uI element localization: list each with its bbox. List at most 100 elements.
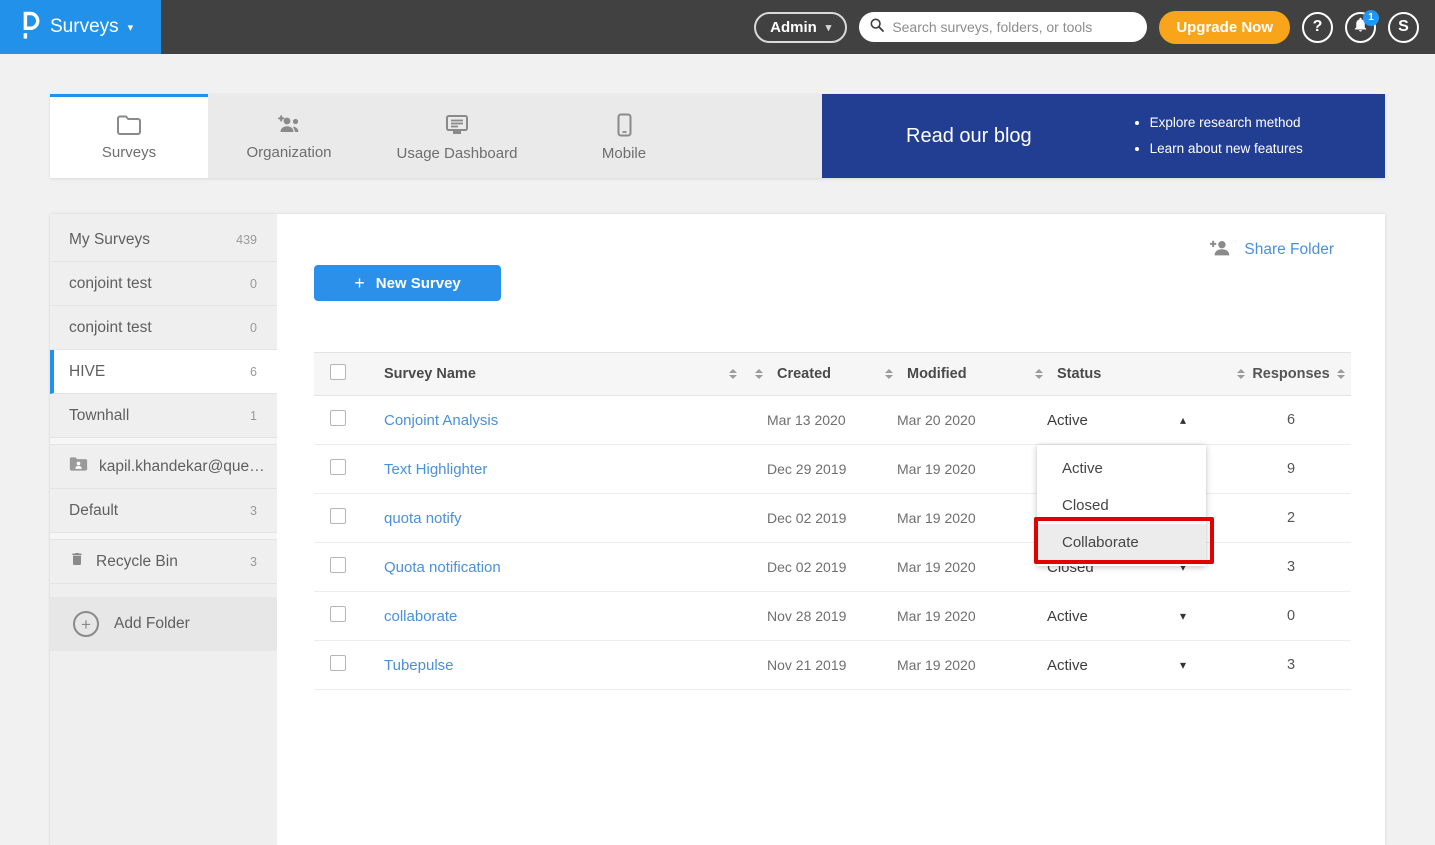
- modified-date: Mar 19 2020: [881, 461, 1031, 477]
- blog-promo-banner[interactable]: Read our blog Explore research method Le…: [822, 94, 1385, 178]
- chevron-down-icon: ▾: [1180, 609, 1186, 623]
- modified-date: Mar 19 2020: [881, 510, 1031, 526]
- responses-count: 9: [1231, 461, 1351, 477]
- tab-surveys[interactable]: Surveys: [50, 94, 208, 178]
- sort-icon[interactable]: [1035, 369, 1043, 379]
- status-dropdown-menu: Active Closed Collaborate: [1037, 445, 1206, 566]
- status-option-collaborate[interactable]: Collaborate: [1037, 524, 1206, 561]
- folder-label: kapil.khandekar@que…: [99, 458, 265, 476]
- survey-name-link[interactable]: Conjoint Analysis: [384, 412, 498, 429]
- responses-count: 3: [1231, 559, 1351, 575]
- admin-menu[interactable]: Admin ▾: [754, 12, 847, 43]
- column-header-survey-name[interactable]: Survey Name: [384, 366, 476, 382]
- upgrade-now-button[interactable]: Upgrade Now: [1159, 11, 1290, 44]
- status-dropdown-trigger[interactable]: Active ▴: [1031, 412, 1231, 429]
- add-people-icon: [275, 114, 303, 136]
- status-option-closed[interactable]: Closed: [1037, 487, 1206, 524]
- sort-icon[interactable]: [755, 369, 763, 379]
- sort-icon[interactable]: [1337, 369, 1345, 379]
- sidebar-item-default[interactable]: Default 3: [50, 489, 277, 533]
- folder-count: 3: [250, 504, 257, 518]
- status-value: Active: [1047, 412, 1088, 429]
- table-row: Tubepulse Nov 21 2019 Mar 19 2020 Active…: [314, 641, 1351, 690]
- sort-icon[interactable]: [1237, 369, 1245, 379]
- sidebar-item-conjoint-test-2[interactable]: conjoint test 0: [50, 306, 277, 350]
- survey-name-link[interactable]: collaborate: [384, 608, 457, 625]
- search-input[interactable]: [892, 19, 1141, 35]
- help-button[interactable]: ?: [1302, 12, 1333, 43]
- tab-usage-dashboard[interactable]: Usage Dashboard: [370, 94, 544, 178]
- dashboard-icon: [444, 114, 470, 137]
- responses-count: 3: [1231, 657, 1351, 673]
- responses-count: 2: [1231, 510, 1351, 526]
- created-date: Mar 13 2020: [751, 412, 881, 428]
- modified-date: Mar 19 2020: [881, 657, 1031, 673]
- shared-folder-icon: [69, 456, 88, 477]
- plus-circle-icon: +: [73, 611, 99, 637]
- sidebar-item-shared-account[interactable]: kapil.khandekar@que…: [50, 445, 277, 489]
- folder-label: HIVE: [69, 363, 105, 381]
- modified-date: Mar 19 2020: [881, 559, 1031, 575]
- sidebar-item-conjoint-test-1[interactable]: conjoint test 0: [50, 262, 277, 306]
- global-search[interactable]: [859, 12, 1147, 42]
- modified-date: Mar 19 2020: [881, 608, 1031, 624]
- folder-label: My Surveys: [69, 231, 150, 249]
- sidebar-divider: [50, 438, 277, 445]
- share-folder-link[interactable]: Share Folder: [1209, 239, 1334, 261]
- chevron-up-icon: ▴: [1180, 413, 1186, 427]
- folder-count: 0: [250, 277, 257, 291]
- status-dropdown-trigger[interactable]: Active ▾: [1031, 608, 1231, 625]
- new-survey-button[interactable]: + New Survey: [314, 265, 501, 301]
- survey-name-link[interactable]: Tubepulse: [384, 657, 454, 674]
- table-header-row: Survey Name Created Modified Status: [314, 352, 1351, 396]
- notifications-button[interactable]: 1: [1345, 12, 1376, 43]
- tab-organization[interactable]: Organization: [208, 94, 370, 178]
- survey-name-link[interactable]: Quota notification: [384, 559, 501, 576]
- row-checkbox[interactable]: [330, 459, 346, 475]
- folder-count: 439: [236, 233, 257, 247]
- column-header-status[interactable]: Status: [1057, 366, 1101, 382]
- share-folder-label: Share Folder: [1244, 241, 1334, 259]
- created-date: Nov 28 2019: [751, 608, 881, 624]
- folder-label: Recycle Bin: [96, 553, 178, 571]
- survey-name-link[interactable]: Text Highlighter: [384, 461, 487, 478]
- column-header-responses[interactable]: Responses: [1252, 366, 1329, 382]
- column-header-created[interactable]: Created: [777, 366, 831, 382]
- modified-date: Mar 20 2020: [881, 412, 1031, 428]
- new-survey-label: New Survey: [376, 275, 461, 292]
- folder-sidebar: My Surveys 439 conjoint test 0 conjoint …: [50, 214, 277, 845]
- sidebar-item-recycle-bin[interactable]: Recycle Bin 3: [50, 540, 277, 584]
- banner-title: Read our blog: [906, 125, 1032, 148]
- product-switcher[interactable]: Surveys ▾: [0, 0, 161, 54]
- column-header-modified[interactable]: Modified: [907, 366, 967, 382]
- status-option-active[interactable]: Active: [1037, 450, 1206, 487]
- row-checkbox[interactable]: [330, 557, 346, 573]
- row-checkbox[interactable]: [330, 410, 346, 426]
- add-folder-button[interactable]: + Add Folder: [50, 597, 277, 651]
- select-all-checkbox[interactable]: [330, 364, 346, 380]
- tab-label: Surveys: [102, 144, 156, 161]
- survey-name-link[interactable]: quota notify: [384, 510, 462, 527]
- responses-count: 6: [1231, 412, 1351, 428]
- row-checkbox[interactable]: [330, 508, 346, 524]
- status-dropdown-trigger[interactable]: Active ▾: [1031, 657, 1231, 674]
- sort-icon[interactable]: [885, 369, 893, 379]
- sidebar-item-townhall[interactable]: Townhall 1: [50, 394, 277, 438]
- questionpro-logo-icon: [18, 9, 41, 46]
- add-person-icon: [1209, 239, 1233, 261]
- chevron-down-icon: ▾: [128, 21, 134, 34]
- row-checkbox[interactable]: [330, 606, 346, 622]
- status-value: Active: [1047, 657, 1088, 674]
- avatar[interactable]: S: [1388, 12, 1419, 43]
- sidebar-item-hive[interactable]: HIVE 6: [50, 350, 277, 394]
- sort-icon[interactable]: [729, 369, 737, 379]
- created-date: Dec 02 2019: [751, 559, 881, 575]
- tab-label: Usage Dashboard: [397, 145, 518, 162]
- chevron-down-icon: ▾: [826, 21, 832, 34]
- add-folder-label: Add Folder: [114, 615, 190, 633]
- notification-badge: 1: [1363, 10, 1379, 26]
- mobile-icon: [617, 113, 632, 137]
- row-checkbox[interactable]: [330, 655, 346, 671]
- sidebar-item-my-surveys[interactable]: My Surveys 439: [50, 218, 277, 262]
- tab-mobile[interactable]: Mobile: [544, 94, 704, 178]
